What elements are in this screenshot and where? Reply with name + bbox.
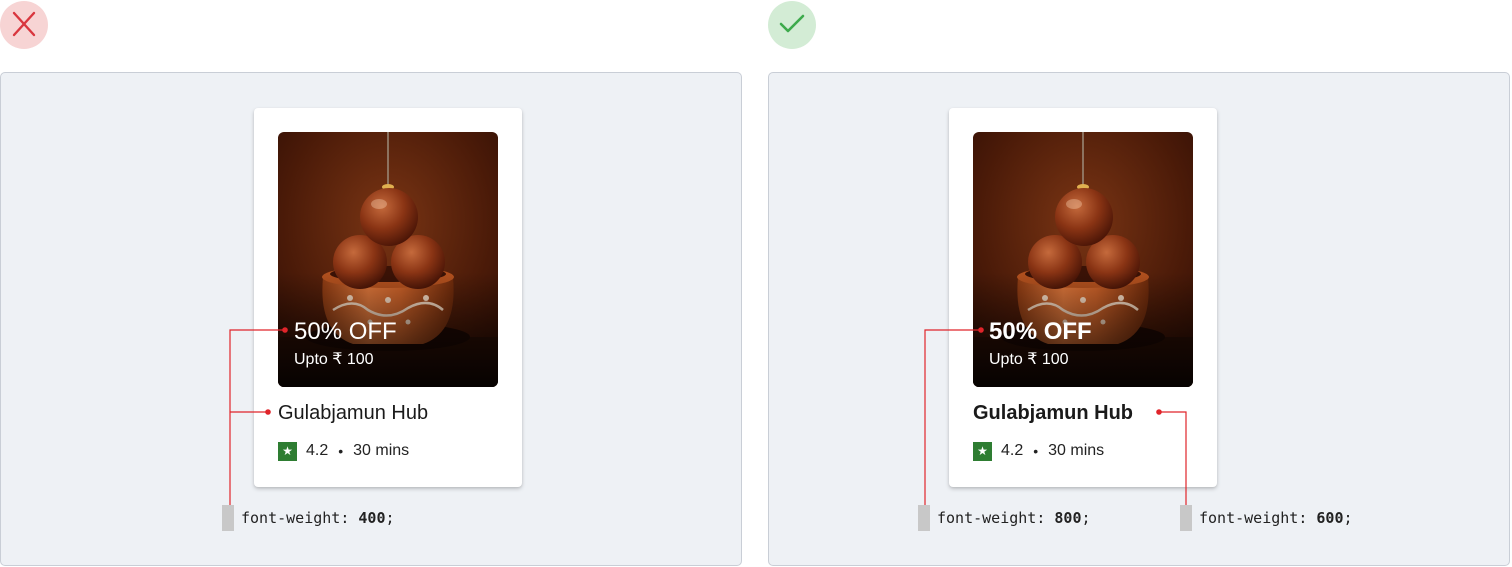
- css-semicolon: ;: [1081, 509, 1091, 527]
- annotation-lines: [229, 327, 1187, 505]
- leader-line: [229, 329, 285, 505]
- css-semicolon: ;: [385, 509, 395, 527]
- css-property: font-weight:: [1199, 509, 1308, 527]
- css-value: 600: [1316, 509, 1344, 527]
- css-value: 800: [1054, 509, 1082, 527]
- css-property: font-weight:: [937, 509, 1046, 527]
- annotation-marker: [222, 505, 234, 531]
- leader-line: [924, 329, 981, 505]
- css-semicolon: ;: [1343, 509, 1353, 527]
- font-weight-annotation: font-weight: 600;: [1180, 505, 1353, 531]
- font-weight-annotation: font-weight: 800;: [918, 505, 1091, 531]
- leader-dot: [265, 409, 271, 415]
- annotation-marker: [918, 505, 930, 531]
- leader-dot: [282, 327, 288, 333]
- font-weight-annotation: font-weight: 400;: [222, 505, 395, 531]
- leader-dot: [1156, 409, 1162, 415]
- annotation-marker: [1180, 505, 1192, 531]
- css-value: 400: [358, 509, 386, 527]
- leader-dot: [978, 327, 984, 333]
- css-property: font-weight:: [241, 509, 350, 527]
- leader-line: [1159, 411, 1187, 505]
